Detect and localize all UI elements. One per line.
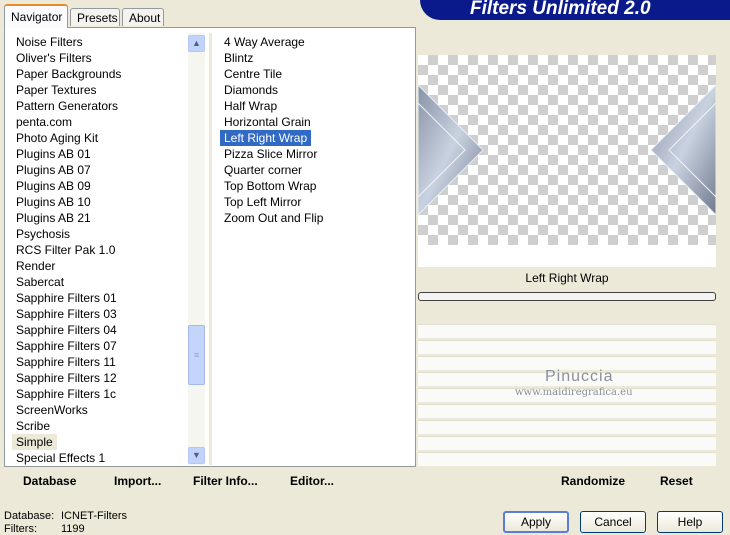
progress-slider [418, 292, 716, 301]
filters-status-label: Filters: [4, 523, 37, 535]
editor-button[interactable]: Editor... [290, 474, 334, 488]
database-status-value: ICNET-Filters [61, 510, 127, 522]
category-item[interactable]: Noise Filters [12, 34, 87, 50]
tab-presets[interactable]: Presets [70, 8, 120, 26]
filter-list[interactable]: 4 Way Average Blintz Centre Tile Diamonds Ha… [220, 34, 410, 466]
category-item[interactable]: Pattern Generators [12, 98, 122, 114]
param-row[interactable] [418, 324, 716, 338]
database-button[interactable]: Database [23, 474, 76, 488]
category-item[interactable]: Sabercat [12, 274, 68, 290]
category-item[interactable]: Oliver's Filters [12, 50, 96, 66]
category-item[interactable]: Sapphire Filters 03 [12, 306, 121, 322]
randomize-button[interactable]: Randomize [561, 474, 625, 488]
category-item[interactable]: Simple [12, 434, 57, 450]
filter-item[interactable]: Horizontal Grain [220, 114, 315, 130]
category-item[interactable]: penta.com [12, 114, 76, 130]
filter-item[interactable]: Pizza Slice Mirror [220, 146, 321, 162]
preview-gap [418, 245, 716, 267]
category-item[interactable]: Render [12, 258, 59, 274]
category-item[interactable]: Scribe [12, 418, 54, 434]
param-row[interactable] [418, 340, 716, 354]
preview-canvas [418, 55, 716, 245]
category-item[interactable]: Photo Aging Kit [12, 130, 102, 146]
filter-item[interactable]: Zoom Out and Flip [220, 210, 327, 226]
param-row[interactable] [418, 452, 716, 466]
filter-item[interactable]: Centre Tile [220, 66, 286, 82]
category-item[interactable]: Plugins AB 21 [12, 210, 95, 226]
watermark-url: www.maidiregrafica.eu [515, 387, 633, 398]
watermark-name: Pinuccia [545, 368, 614, 385]
import-button[interactable]: Import... [114, 474, 161, 488]
filter-item[interactable]: Top Left Mirror [220, 194, 305, 210]
category-item[interactable]: Sapphire Filters 04 [12, 322, 121, 338]
list-divider [209, 33, 212, 465]
filter-item[interactable]: 4 Way Average [220, 34, 309, 50]
brand-title: Filters Unlimited 2.0 [470, 0, 651, 19]
category-item[interactable]: Paper Backgrounds [12, 66, 125, 82]
filter-item[interactable]: Top Bottom Wrap [220, 178, 320, 194]
category-item[interactable]: Sapphire Filters 11 [12, 354, 120, 370]
category-item[interactable]: Sapphire Filters 12 [12, 370, 121, 386]
filter-item[interactable]: Quarter corner [220, 162, 306, 178]
scroll-thumb[interactable]: ≡ [188, 325, 205, 385]
category-scrollbar[interactable]: ▲ ≡ ▼ [188, 33, 205, 465]
filters-status-value: 1199 [61, 523, 85, 535]
filter-item[interactable]: Diamonds [220, 82, 282, 98]
category-item[interactable]: Plugins AB 01 [12, 146, 95, 162]
current-filter-name: Left Right Wrap [418, 267, 716, 289]
tab-about[interactable]: About [122, 8, 164, 26]
category-item[interactable]: Plugins AB 07 [12, 162, 95, 178]
category-list[interactable]: Noise Filters Oliver's Filters Paper Backg… [12, 34, 188, 466]
category-item[interactable]: Paper Textures [12, 82, 101, 98]
filter-item[interactable]: Blintz [220, 50, 257, 66]
filter-info-button[interactable]: Filter Info... [193, 474, 258, 488]
filter-item[interactable]: Half Wrap [220, 98, 281, 114]
preview-image [418, 84, 716, 216]
category-item[interactable]: Sapphire Filters 1c [12, 386, 120, 402]
filter-item[interactable]: Left Right Wrap [220, 130, 312, 146]
category-item[interactable]: Special Effects 1 [12, 450, 109, 466]
param-row[interactable] [418, 404, 716, 418]
scroll-down-button[interactable]: ▼ [188, 447, 205, 464]
help-button[interactable]: Help [657, 511, 723, 533]
category-item[interactable]: ScreenWorks [12, 402, 92, 418]
apply-button[interactable]: Apply [503, 511, 569, 533]
param-header [418, 303, 716, 323]
cancel-button[interactable]: Cancel [580, 511, 646, 533]
category-item[interactable]: Sapphire Filters 01 [12, 290, 121, 306]
database-status-label: Database: [4, 510, 55, 522]
category-item[interactable]: RCS Filter Pak 1.0 [12, 242, 119, 258]
reset-button[interactable]: Reset [660, 474, 693, 488]
category-item[interactable]: Psychosis [12, 226, 74, 242]
param-row[interactable] [418, 420, 716, 434]
tab-navigator[interactable]: Navigator [4, 4, 68, 28]
category-item[interactable]: Sapphire Filters 07 [12, 338, 121, 354]
param-row[interactable] [418, 436, 716, 450]
scroll-up-button[interactable]: ▲ [188, 35, 205, 52]
category-item[interactable]: Plugins AB 09 [12, 178, 95, 194]
category-item[interactable]: Plugins AB 10 [12, 194, 95, 210]
